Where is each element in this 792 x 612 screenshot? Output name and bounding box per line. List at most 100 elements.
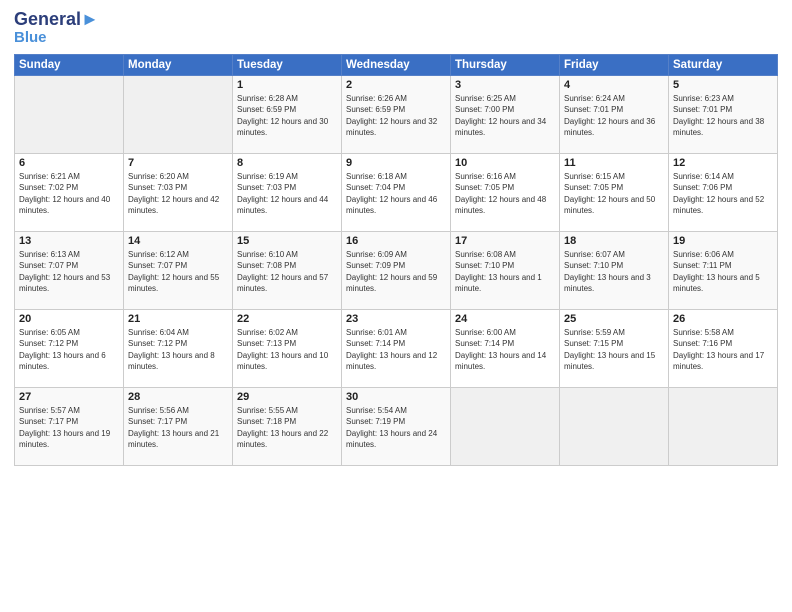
calendar-day-cell: 20 Sunrise: 6:05 AMSunset: 7:12 PMDayligh… xyxy=(15,310,124,388)
weekday-header: Friday xyxy=(560,55,669,76)
calendar-day-cell xyxy=(560,388,669,466)
day-detail: Sunrise: 6:04 AMSunset: 7:12 PMDaylight:… xyxy=(128,327,228,372)
calendar-day-cell: 28 Sunrise: 5:56 AMSunset: 7:17 PMDayligh… xyxy=(124,388,233,466)
day-detail: Sunrise: 6:06 AMSunset: 7:11 PMDaylight:… xyxy=(673,249,773,294)
day-detail: Sunrise: 5:58 AMSunset: 7:16 PMDaylight:… xyxy=(673,327,773,372)
logo-text: General► xyxy=(14,10,99,30)
calendar-day-cell: 8 Sunrise: 6:19 AMSunset: 7:03 PMDaylight… xyxy=(233,154,342,232)
day-detail: Sunrise: 6:01 AMSunset: 7:14 PMDaylight:… xyxy=(346,327,446,372)
calendar-day-cell: 2 Sunrise: 6:26 AMSunset: 6:59 PMDaylight… xyxy=(342,76,451,154)
header: General► Blue xyxy=(14,10,778,46)
weekday-header: Monday xyxy=(124,55,233,76)
day-detail: Sunrise: 5:57 AMSunset: 7:17 PMDaylight:… xyxy=(19,405,119,450)
day-number: 20 xyxy=(19,313,119,325)
day-number: 17 xyxy=(455,235,555,247)
day-detail: Sunrise: 6:02 AMSunset: 7:13 PMDaylight:… xyxy=(237,327,337,372)
day-number: 5 xyxy=(673,79,773,91)
weekday-header: Wednesday xyxy=(342,55,451,76)
day-number: 18 xyxy=(564,235,664,247)
logo: General► Blue xyxy=(14,10,99,46)
day-number: 6 xyxy=(19,157,119,169)
calendar-day-cell: 27 Sunrise: 5:57 AMSunset: 7:17 PMDayligh… xyxy=(15,388,124,466)
day-number: 25 xyxy=(564,313,664,325)
day-number: 12 xyxy=(673,157,773,169)
day-number: 4 xyxy=(564,79,664,91)
calendar-day-cell: 10 Sunrise: 6:16 AMSunset: 7:05 PMDayligh… xyxy=(451,154,560,232)
day-detail: Sunrise: 5:55 AMSunset: 7:18 PMDaylight:… xyxy=(237,405,337,450)
day-detail: Sunrise: 6:13 AMSunset: 7:07 PMDaylight:… xyxy=(19,249,119,294)
day-number: 30 xyxy=(346,391,446,403)
day-number: 11 xyxy=(564,157,664,169)
day-number: 28 xyxy=(128,391,228,403)
day-detail: Sunrise: 6:19 AMSunset: 7:03 PMDaylight:… xyxy=(237,171,337,216)
calendar-day-cell: 11 Sunrise: 6:15 AMSunset: 7:05 PMDayligh… xyxy=(560,154,669,232)
day-detail: Sunrise: 5:59 AMSunset: 7:15 PMDaylight:… xyxy=(564,327,664,372)
day-number: 27 xyxy=(19,391,119,403)
day-detail: Sunrise: 6:07 AMSunset: 7:10 PMDaylight:… xyxy=(564,249,664,294)
calendar-day-cell: 13 Sunrise: 6:13 AMSunset: 7:07 PMDayligh… xyxy=(15,232,124,310)
calendar-day-cell xyxy=(124,76,233,154)
day-number: 24 xyxy=(455,313,555,325)
weekday-header-row: SundayMondayTuesdayWednesdayThursdayFrid… xyxy=(15,55,778,76)
calendar-day-cell: 29 Sunrise: 5:55 AMSunset: 7:18 PMDayligh… xyxy=(233,388,342,466)
day-detail: Sunrise: 6:15 AMSunset: 7:05 PMDaylight:… xyxy=(564,171,664,216)
day-number: 26 xyxy=(673,313,773,325)
calendar-day-cell: 5 Sunrise: 6:23 AMSunset: 7:01 PMDaylight… xyxy=(669,76,778,154)
calendar-day-cell: 18 Sunrise: 6:07 AMSunset: 7:10 PMDayligh… xyxy=(560,232,669,310)
calendar-day-cell: 19 Sunrise: 6:06 AMSunset: 7:11 PMDayligh… xyxy=(669,232,778,310)
weekday-header: Thursday xyxy=(451,55,560,76)
day-detail: Sunrise: 6:08 AMSunset: 7:10 PMDaylight:… xyxy=(455,249,555,294)
day-number: 15 xyxy=(237,235,337,247)
calendar-day-cell: 4 Sunrise: 6:24 AMSunset: 7:01 PMDaylight… xyxy=(560,76,669,154)
calendar-day-cell: 6 Sunrise: 6:21 AMSunset: 7:02 PMDaylight… xyxy=(15,154,124,232)
day-number: 29 xyxy=(237,391,337,403)
calendar-day-cell: 30 Sunrise: 5:54 AMSunset: 7:19 PMDayligh… xyxy=(342,388,451,466)
calendar-table: SundayMondayTuesdayWednesdayThursdayFrid… xyxy=(14,54,778,466)
calendar-day-cell: 16Sunrise: 6:09 AMSunset: 7:09 PMDayligh… xyxy=(342,232,451,310)
calendar-day-cell: 14 Sunrise: 6:12 AMSunset: 7:07 PMDayligh… xyxy=(124,232,233,310)
day-number: 7 xyxy=(128,157,228,169)
day-number: 8 xyxy=(237,157,337,169)
day-number: 22 xyxy=(237,313,337,325)
day-detail: Sunrise: 6:25 AMSunset: 7:00 PMDaylight:… xyxy=(455,93,555,138)
calendar-day-cell: 21 Sunrise: 6:04 AMSunset: 7:12 PMDayligh… xyxy=(124,310,233,388)
day-detail: Sunrise: 6:18 AMSunset: 7:04 PMDaylight:… xyxy=(346,171,446,216)
day-number: 3 xyxy=(455,79,555,91)
calendar-day-cell: 15 Sunrise: 6:10 AMSunset: 7:08 PMDayligh… xyxy=(233,232,342,310)
day-detail: Sunrise: 6:26 AMSunset: 6:59 PMDaylight:… xyxy=(346,93,446,138)
day-number: 14 xyxy=(128,235,228,247)
day-detail: Sunrise: 6:10 AMSunset: 7:08 PMDaylight:… xyxy=(237,249,337,294)
calendar-week-row: 6 Sunrise: 6:21 AMSunset: 7:02 PMDaylight… xyxy=(15,154,778,232)
calendar-container: General► Blue SundayMondayTuesdayWednesd… xyxy=(0,0,792,612)
day-detail: Sunrise: 6:24 AMSunset: 7:01 PMDaylight:… xyxy=(564,93,664,138)
day-detail: Sunrise: 6:09 AMSunset: 7:09 PMDaylight:… xyxy=(346,249,446,294)
calendar-day-cell: 12 Sunrise: 6:14 AMSunset: 7:06 PMDayligh… xyxy=(669,154,778,232)
weekday-header: Saturday xyxy=(669,55,778,76)
day-number: 23 xyxy=(346,313,446,325)
day-detail: Sunrise: 5:54 AMSunset: 7:19 PMDaylight:… xyxy=(346,405,446,450)
day-detail: Sunrise: 6:23 AMSunset: 7:01 PMDaylight:… xyxy=(673,93,773,138)
calendar-week-row: 13 Sunrise: 6:13 AMSunset: 7:07 PMDayligh… xyxy=(15,232,778,310)
day-detail: Sunrise: 6:28 AMSunset: 6:59 PMDaylight:… xyxy=(237,93,337,138)
day-detail: Sunrise: 6:00 AMSunset: 7:14 PMDaylight:… xyxy=(455,327,555,372)
calendar-day-cell: 26 Sunrise: 5:58 AMSunset: 7:16 PMDayligh… xyxy=(669,310,778,388)
day-detail: Sunrise: 6:05 AMSunset: 7:12 PMDaylight:… xyxy=(19,327,119,372)
day-number: 2 xyxy=(346,79,446,91)
calendar-day-cell: 23 Sunrise: 6:01 AMSunset: 7:14 PMDayligh… xyxy=(342,310,451,388)
day-number: 13 xyxy=(19,235,119,247)
day-number: 19 xyxy=(673,235,773,247)
day-detail: Sunrise: 6:16 AMSunset: 7:05 PMDaylight:… xyxy=(455,171,555,216)
day-number: 9 xyxy=(346,157,446,169)
day-number: 21 xyxy=(128,313,228,325)
calendar-day-cell: 3 Sunrise: 6:25 AMSunset: 7:00 PMDaylight… xyxy=(451,76,560,154)
calendar-day-cell: 9 Sunrise: 6:18 AMSunset: 7:04 PMDaylight… xyxy=(342,154,451,232)
day-detail: Sunrise: 6:14 AMSunset: 7:06 PMDaylight:… xyxy=(673,171,773,216)
day-detail: Sunrise: 6:12 AMSunset: 7:07 PMDaylight:… xyxy=(128,249,228,294)
calendar-day-cell: 24 Sunrise: 6:00 AMSunset: 7:14 PMDayligh… xyxy=(451,310,560,388)
weekday-header: Sunday xyxy=(15,55,124,76)
calendar-week-row: 27 Sunrise: 5:57 AMSunset: 7:17 PMDayligh… xyxy=(15,388,778,466)
day-number: 10 xyxy=(455,157,555,169)
day-detail: Sunrise: 5:56 AMSunset: 7:17 PMDaylight:… xyxy=(128,405,228,450)
day-detail: Sunrise: 6:20 AMSunset: 7:03 PMDaylight:… xyxy=(128,171,228,216)
day-detail: Sunrise: 6:21 AMSunset: 7:02 PMDaylight:… xyxy=(19,171,119,216)
